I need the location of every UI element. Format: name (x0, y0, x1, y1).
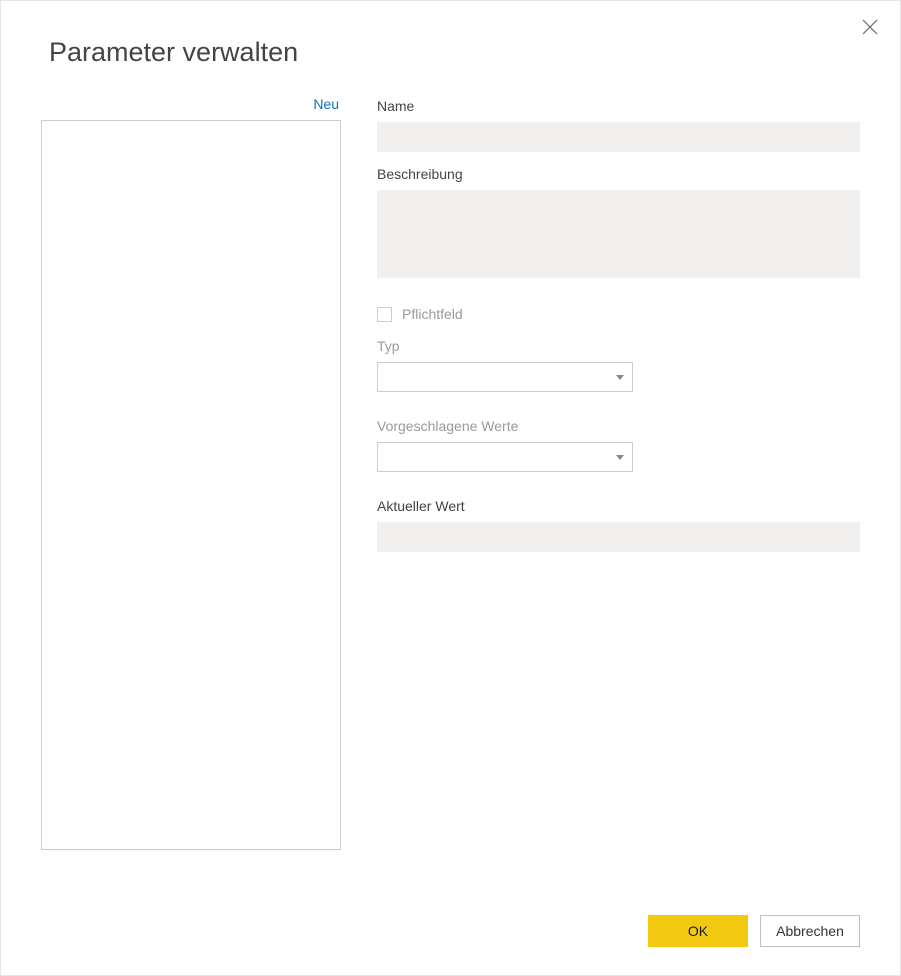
parameter-form: Name Beschreibung Pflichtfeld Typ Vorges… (377, 92, 860, 850)
required-checkbox[interactable] (377, 307, 392, 322)
manage-parameters-dialog: Parameter verwalten Neu Name Beschreibun… (0, 0, 901, 976)
dialog-body: Neu Name Beschreibung Pflichtfeld Typ Vo… (1, 92, 900, 850)
description-input[interactable] (377, 190, 860, 278)
type-label: Typ (377, 338, 860, 354)
required-label: Pflichtfeld (402, 306, 463, 322)
current-value-label: Aktueller Wert (377, 498, 860, 514)
suggested-values-label: Vorgeschlagene Werte (377, 418, 860, 434)
chevron-down-icon (616, 375, 624, 380)
current-value-input[interactable] (377, 522, 860, 552)
parameter-listbox[interactable] (41, 120, 341, 850)
dialog-footer: OK Abbrechen (648, 915, 860, 947)
name-label: Name (377, 98, 860, 114)
required-checkbox-row: Pflichtfeld (377, 306, 860, 322)
name-input[interactable] (377, 122, 860, 152)
close-button[interactable] (856, 13, 884, 41)
parameter-list-panel: Neu (41, 92, 341, 850)
description-label: Beschreibung (377, 166, 860, 182)
new-parameter-link[interactable]: Neu (41, 92, 341, 120)
ok-button[interactable]: OK (648, 915, 748, 947)
cancel-button[interactable]: Abbrechen (760, 915, 860, 947)
dialog-title: Parameter verwalten (1, 1, 900, 92)
chevron-down-icon (616, 455, 624, 460)
suggested-values-select[interactable] (377, 442, 633, 472)
type-select[interactable] (377, 362, 633, 392)
close-icon (862, 19, 878, 35)
